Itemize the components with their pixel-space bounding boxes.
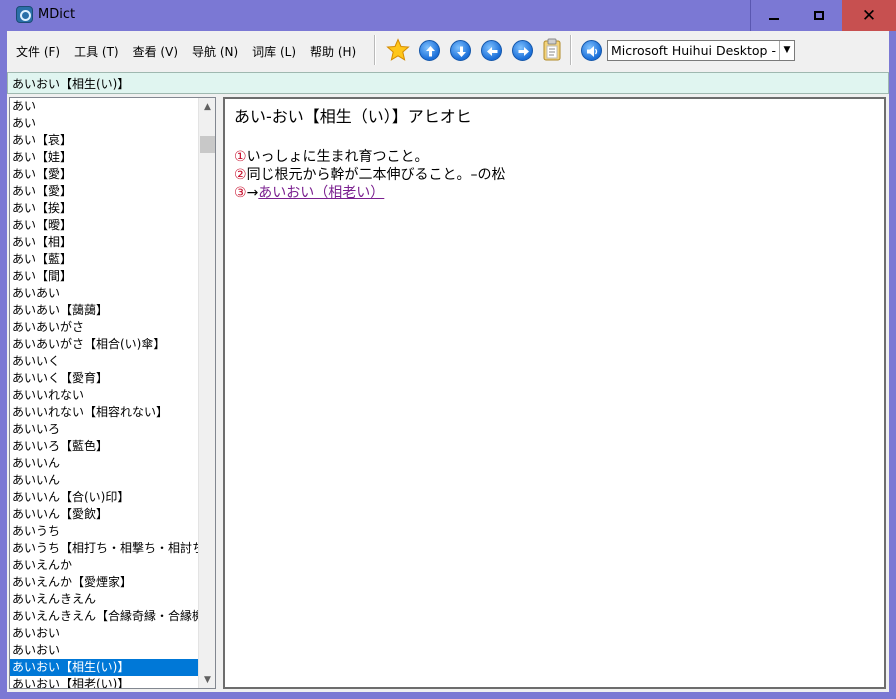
dictionary-entry: あい‐おい【相生（い）】アヒオヒ ①いっしょに生まれ育つこと。 ②同じ根元から幹… bbox=[234, 106, 506, 202]
clipboard-button[interactable] bbox=[540, 38, 564, 62]
entry-headword: あい‐おい【相生（い）】アヒオヒ bbox=[234, 107, 472, 126]
list-item[interactable]: あい【娃】 bbox=[10, 149, 198, 166]
close-icon: ✕ bbox=[861, 5, 877, 26]
next-entry-button[interactable] bbox=[448, 38, 472, 62]
definition-text: いっしょに生まれ育つこと。 bbox=[246, 149, 429, 165]
menu-file[interactable]: 文件 (F) bbox=[16, 43, 60, 60]
forward-button[interactable] bbox=[510, 38, 534, 62]
arrow-down-icon bbox=[456, 46, 466, 57]
definition-pane: あい‐おい【相生（い）】アヒオヒ ①いっしょに生まれ育つこと。 ②同じ根元から幹… bbox=[223, 97, 886, 689]
definition-list: ①いっしょに生まれ育つこと。 ②同じ根元から幹が二本伸びること。–の松 ③→あい… bbox=[234, 148, 506, 202]
list-item[interactable]: あい【哀】 bbox=[10, 132, 198, 149]
arrow-up-icon bbox=[425, 45, 435, 56]
menu-bar: 文件 (F) 工具 (T) 查看 (V) 导航 (N) 词库 (L) 帮助 (H… bbox=[7, 43, 370, 60]
definition-text: 同じ根元から幹が二本伸びること。–の松 bbox=[246, 167, 506, 183]
list-item[interactable]: あいあい【藹藹】 bbox=[10, 302, 198, 319]
previous-entry-button[interactable] bbox=[417, 38, 441, 62]
word-list-scrollbar[interactable]: ▲ ▼ bbox=[198, 98, 215, 688]
star-icon bbox=[386, 38, 410, 61]
list-item[interactable]: あいあいがさ【相合(い)傘】 bbox=[10, 336, 198, 353]
list-item[interactable]: あいいく【愛育】 bbox=[10, 370, 198, 387]
list-item[interactable]: あいいれない【相容れない】 bbox=[10, 404, 198, 421]
list-item[interactable]: あい【挨】 bbox=[10, 200, 198, 217]
list-item[interactable]: あい【愛】 bbox=[10, 183, 198, 200]
clipboard-icon bbox=[543, 38, 561, 61]
speaker-icon bbox=[586, 45, 597, 57]
menu-library[interactable]: 词库 (L) bbox=[252, 43, 296, 60]
menu-view[interactable]: 查看 (V) bbox=[133, 43, 178, 60]
scroll-up-icon[interactable]: ▲ bbox=[199, 98, 215, 115]
arrow-right-icon bbox=[518, 46, 529, 56]
definition-item: ①いっしょに生まれ育つこと。 bbox=[234, 148, 506, 166]
list-item[interactable]: あい bbox=[10, 98, 198, 115]
list-item[interactable]: あいえんか bbox=[10, 557, 198, 574]
list-item[interactable]: あい【相】 bbox=[10, 234, 198, 251]
list-item[interactable]: あいいん bbox=[10, 455, 198, 472]
minimize-button[interactable] bbox=[750, 0, 796, 31]
list-item[interactable]: あい【間】 bbox=[10, 268, 198, 285]
pane-splitter[interactable] bbox=[217, 97, 222, 689]
cross-reference-link[interactable]: あいおい（相老い） bbox=[258, 185, 384, 201]
list-item[interactable]: あいいろ【藍色】 bbox=[10, 438, 198, 455]
list-item[interactable]: あいいれない bbox=[10, 387, 198, 404]
definition-text: → bbox=[246, 185, 259, 201]
list-item[interactable]: あいいん【合(い)印】 bbox=[10, 489, 198, 506]
search-input[interactable] bbox=[8, 73, 888, 93]
list-item[interactable]: あいいん【愛飲】 bbox=[10, 506, 198, 523]
list-item[interactable]: あい【曖】 bbox=[10, 217, 198, 234]
definition-number: ② bbox=[234, 167, 247, 183]
menu-navigate[interactable]: 导航 (N) bbox=[192, 43, 238, 60]
list-item[interactable]: あいいろ bbox=[10, 421, 198, 438]
arrow-left-icon bbox=[486, 46, 497, 56]
list-item[interactable]: あいいん bbox=[10, 472, 198, 489]
menu-tools[interactable]: 工具 (T) bbox=[74, 43, 119, 60]
definition-number: ① bbox=[234, 149, 247, 165]
list-item[interactable]: あいえんきえん bbox=[10, 591, 198, 608]
speak-button[interactable] bbox=[579, 38, 603, 62]
scroll-thumb[interactable] bbox=[200, 136, 215, 153]
list-item[interactable]: あい【愛】 bbox=[10, 166, 198, 183]
list-item[interactable]: あい【藍】 bbox=[10, 251, 198, 268]
toolbar: 文件 (F) 工具 (T) 查看 (V) 导航 (N) 词库 (L) 帮助 (H… bbox=[7, 31, 889, 69]
mdict-app-icon bbox=[16, 6, 33, 23]
title-bar: MDict ✕ bbox=[0, 0, 896, 31]
favorite-button[interactable] bbox=[386, 38, 410, 62]
back-button[interactable] bbox=[479, 38, 503, 62]
list-item-selected[interactable]: あいおい【相生(い)】 bbox=[10, 659, 198, 676]
dictionary-select-value: Microsoft Huihui Desktop - Chinese bbox=[611, 43, 794, 58]
list-item[interactable]: あいあい bbox=[10, 285, 198, 302]
list-item[interactable]: あいおい bbox=[10, 642, 198, 659]
list-item[interactable]: あいえんか【愛煙家】 bbox=[10, 574, 198, 591]
search-bar bbox=[7, 72, 889, 94]
list-item[interactable]: あいおい【相老(い)】 bbox=[10, 676, 198, 688]
close-button[interactable]: ✕ bbox=[842, 0, 896, 31]
definition-item: ③→あいおい（相老い） bbox=[234, 184, 506, 202]
chevron-down-icon[interactable]: ▼ bbox=[779, 41, 794, 60]
scroll-down-icon[interactable]: ▼ bbox=[199, 671, 215, 688]
maximize-button[interactable] bbox=[796, 0, 842, 31]
word-list-pane: あい あい あい【哀】 あい【娃】 あい【愛】 あい【愛】 あい【挨】 あい【曖】 あい【相】あ… bbox=[9, 97, 216, 689]
maximize-icon bbox=[814, 11, 824, 20]
list-item[interactable]: あいうち【相打ち・相撃ち・相討ち】 bbox=[10, 540, 198, 557]
list-item[interactable]: あいあいがさ bbox=[10, 319, 198, 336]
list-item[interactable]: あいいく bbox=[10, 353, 198, 370]
app-client-area: 文件 (F) 工具 (T) 查看 (V) 导航 (N) 词库 (L) 帮助 (H… bbox=[7, 31, 889, 692]
definition-number: ③ bbox=[234, 185, 247, 201]
list-item[interactable]: あいうち bbox=[10, 523, 198, 540]
definition-item: ②同じ根元から幹が二本伸びること。–の松 bbox=[234, 166, 506, 184]
toolbar-separator bbox=[570, 35, 572, 65]
menu-help[interactable]: 帮助 (H) bbox=[310, 43, 356, 60]
list-item[interactable]: あいおい bbox=[10, 625, 198, 642]
dictionary-select[interactable]: Microsoft Huihui Desktop - Chinese ▼ bbox=[607, 40, 795, 61]
minimize-icon bbox=[768, 17, 779, 20]
toolbar-separator bbox=[374, 35, 376, 65]
list-item[interactable]: あいえんきえん【合縁奇縁・合縁機縁】 bbox=[10, 608, 198, 625]
word-list[interactable]: あい あい あい【哀】 あい【娃】 あい【愛】 あい【愛】 あい【挨】 あい【曖】 あい【相】あ… bbox=[10, 98, 198, 688]
window-title: MDict bbox=[38, 7, 76, 22]
list-item[interactable]: あい bbox=[10, 115, 198, 132]
